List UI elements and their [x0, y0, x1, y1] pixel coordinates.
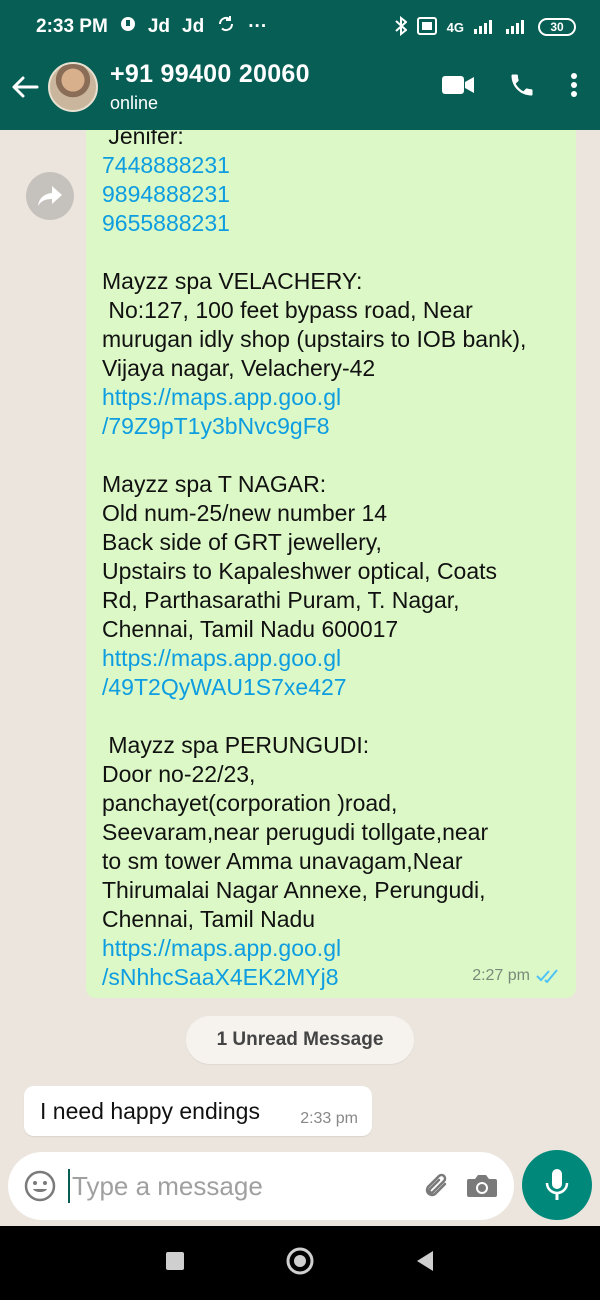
signal-2-icon [506, 18, 528, 37]
chat-header: +91 99400 20060 online [0, 44, 600, 130]
message-link[interactable]: 9655888231 [102, 209, 560, 238]
message-line: Vijaya nagar, Velachery-42 [102, 355, 376, 381]
outgoing-message-time: 2:27 pm [472, 967, 530, 984]
attach-button[interactable] [421, 1165, 452, 1207]
message-line: Rd, Parthasarathi Puram, T. Nagar, [102, 587, 460, 613]
message-line: Mayzz spa PERUNGUDI: [102, 732, 370, 758]
recents-button[interactable] [165, 1251, 185, 1276]
avatar[interactable] [48, 62, 98, 112]
message-line: Mayzz spa VELACHERY: [102, 268, 363, 294]
composer [0, 1150, 600, 1226]
triangle-back-icon [417, 1250, 433, 1271]
voice-message-button[interactable] [522, 1150, 592, 1220]
network-type-label: 4G [446, 19, 464, 35]
more-options-button[interactable] [570, 72, 578, 103]
system-navigation-bar [0, 1226, 600, 1300]
microphone-icon [545, 1169, 569, 1200]
battery-icon: 30 [538, 18, 576, 36]
emoji-button[interactable] [24, 1168, 56, 1204]
arrow-left-icon [12, 76, 39, 98]
back-nav-button[interactable] [415, 1250, 435, 1277]
message-link[interactable]: 9894888231 [102, 180, 560, 209]
voice-call-button[interactable] [508, 71, 536, 104]
bluetooth-icon [394, 15, 408, 39]
message-line: Back side of GRT jewellery, [102, 529, 382, 555]
more-vertical-icon [571, 72, 577, 97]
emoji-icon [24, 1170, 56, 1202]
outgoing-message-text: Jenifer: 7448888231 9894888231 9655888231 Ma… [102, 130, 560, 992]
volte-icon [416, 16, 437, 38]
contact-info[interactable]: +91 99400 20060 online [110, 60, 310, 114]
incoming-message-time: 2:33 pm [300, 1110, 358, 1127]
status-time: 2:33 PM [36, 16, 108, 37]
message-line: Thirumalai Nagar Annexe, Perungudi, [102, 877, 486, 903]
more-notifications-label: ··· [248, 16, 268, 37]
message-link[interactable]: 7448888231 [102, 151, 560, 180]
paperclip-icon [425, 1173, 446, 1197]
incoming-message-text: I need happy endings [40, 1097, 260, 1124]
video-call-button[interactable] [442, 74, 474, 101]
unread-messages-divider: 1 Unread Message [186, 1016, 414, 1064]
forward-button[interactable] [26, 172, 74, 220]
message-input-box [8, 1152, 514, 1220]
phone-icon [511, 74, 533, 95]
signal-1-icon [474, 18, 496, 37]
back-button[interactable] [2, 57, 48, 117]
message-line: No:127, 100 feet bypass road, Near [102, 297, 473, 323]
incoming-message-bubble[interactable]: I need happy endings 2:33 pm [24, 1086, 372, 1136]
message-line: Old num-25/new number 14 [102, 500, 388, 526]
carrier-2-label: Jd [182, 16, 205, 37]
message-line: murugan idly shop (upstairs to IOB bank)… [102, 326, 527, 352]
camera-icon [467, 1175, 497, 1197]
forward-icon [38, 186, 62, 206]
outgoing-message-bubble[interactable]: Jenifer: 7448888231 9894888231 9655888231 Ma… [86, 130, 576, 998]
video-camera-icon [442, 75, 474, 94]
sync-icon [216, 14, 236, 40]
message-notification-icon [120, 16, 136, 38]
message-link[interactable]: https://maps.app.goo.gl [102, 383, 560, 412]
message-link[interactable]: /49T2QyWAU1S7xe427 [102, 673, 560, 702]
home-button[interactable] [285, 1246, 315, 1281]
contact-name: +91 99400 20060 [110, 60, 310, 88]
message-line: Chennai, Tamil Nadu [102, 906, 316, 932]
message-link[interactable]: /79Z9pT1y3bNvc9gF8 [102, 412, 560, 441]
message-line: Upstairs to Kapaleshwer optical, Coats [102, 558, 498, 584]
message-line: Mayzz spa T NAGAR: [102, 471, 327, 497]
message-line: Chennai, Tamil Nadu 600017 [102, 616, 399, 642]
chat-area[interactable]: Jenifer: 7448888231 9894888231 9655888231 Ma… [0, 130, 600, 1152]
carrier-1-label: Jd [147, 16, 170, 37]
message-link[interactable]: https://maps.app.goo.gl [102, 644, 560, 673]
circle-home-icon [286, 1247, 314, 1274]
message-line: Seevaram,near perugudi tollgate,near [102, 819, 489, 845]
message-line: Jenifer: [102, 130, 184, 149]
square-icon [166, 1251, 184, 1270]
message-line: to sm tower Amma unavagam,Near [102, 848, 463, 874]
message-line: Door no-22/23, [102, 761, 256, 787]
message-input[interactable] [68, 1169, 407, 1203]
read-receipt-icon [536, 968, 558, 983]
camera-button[interactable] [466, 1165, 498, 1207]
message-link[interactable]: https://maps.app.goo.gl [102, 934, 560, 963]
contact-status: online [110, 93, 159, 113]
message-line: panchayet(corporation )road, [102, 790, 398, 816]
